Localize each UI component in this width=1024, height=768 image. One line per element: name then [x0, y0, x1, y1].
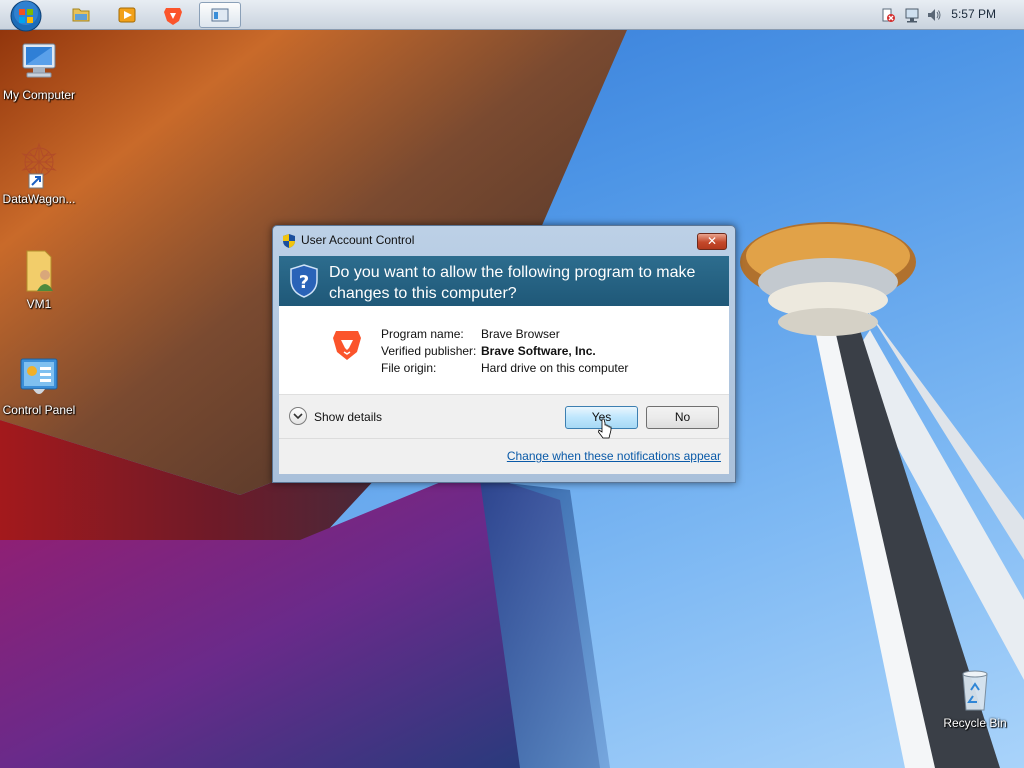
mouse-cursor-icon	[598, 418, 612, 440]
publisher-label: Verified publisher:	[381, 344, 477, 358]
dialog-title: User Account Control	[301, 233, 415, 247]
close-icon: ✕	[706, 234, 718, 248]
no-button[interactable]: No	[646, 406, 719, 429]
desktop-icon-recycle-bin[interactable]: Recycle Bin	[936, 666, 1014, 730]
desktop-icon-my-computer[interactable]: My Computer	[0, 38, 78, 102]
start-button[interactable]	[7, 0, 45, 32]
desktop-icon-label: Recycle Bin	[943, 716, 1007, 730]
folder-icon	[72, 8, 90, 22]
network-icon[interactable]	[904, 7, 920, 23]
program-name-label: Program name:	[381, 327, 464, 341]
shortcut-icon	[15, 142, 63, 190]
clock[interactable]: 5:57 PM	[951, 7, 996, 21]
change-notifications-link[interactable]: Change when these notifications appear	[507, 449, 721, 463]
desktop-icon-vm1[interactable]: VM1	[0, 247, 78, 311]
action-center-icon[interactable]	[880, 7, 896, 23]
taskbar-active-window-button[interactable]	[199, 2, 241, 28]
computer-icon	[15, 38, 63, 86]
control-panel-icon	[15, 353, 63, 401]
uac-program-info: Program name: Brave Browser Verified pub…	[279, 306, 729, 394]
uac-dialog: User Account Control ✕ ? Do you want to …	[272, 225, 736, 483]
taskbar-explorer-button[interactable]	[62, 2, 100, 28]
desktop-icon-datawagon[interactable]: DataWagon...	[0, 142, 78, 206]
window-icon	[211, 8, 229, 22]
system-tray: 5:57 PM	[854, 0, 1024, 30]
uac-question: Do you want to allow the following progr…	[329, 264, 696, 302]
taskbar-media-player-button[interactable]	[108, 2, 146, 28]
recycle-bin-icon	[951, 666, 999, 714]
chevron-down-icon	[289, 407, 307, 425]
windows-logo-icon	[10, 0, 42, 32]
volume-icon[interactable]	[926, 7, 942, 23]
origin-label: File origin:	[381, 361, 437, 375]
taskbar: 5:57 PM	[0, 0, 1024, 32]
desktop-icon-label: DataWagon...	[2, 192, 76, 206]
media-player-icon	[118, 7, 136, 23]
uac-header: ? Do you want to allow the following pro…	[279, 256, 729, 306]
uac-shield-icon	[281, 233, 297, 249]
desktop-icon-control-panel[interactable]: Control Panel	[0, 353, 78, 417]
brave-lion-icon	[331, 328, 363, 362]
question-shield-icon: ?	[289, 264, 319, 298]
brave-lion-icon	[164, 8, 182, 25]
taskbar-brave-button[interactable]	[154, 2, 192, 28]
show-details-label: Show details	[314, 410, 383, 424]
uac-footer: Show details Yes No Change when these no…	[279, 394, 729, 474]
dialog-titlebar[interactable]: User Account Control ✕	[273, 226, 735, 254]
desktop-icon-label: My Computer	[2, 88, 76, 102]
desktop-icon-label: VM1	[26, 297, 52, 311]
svg-text:?: ?	[299, 272, 309, 293]
close-button[interactable]: ✕	[697, 233, 727, 250]
desktop-icon-label: Control Panel	[2, 403, 76, 417]
footer-divider	[279, 438, 729, 439]
user-folder-icon	[15, 247, 63, 295]
origin-value: Hard drive on this computer	[481, 361, 629, 375]
publisher-value: Brave Software, Inc.	[481, 344, 596, 358]
program-name-value: Brave Browser	[481, 327, 560, 341]
